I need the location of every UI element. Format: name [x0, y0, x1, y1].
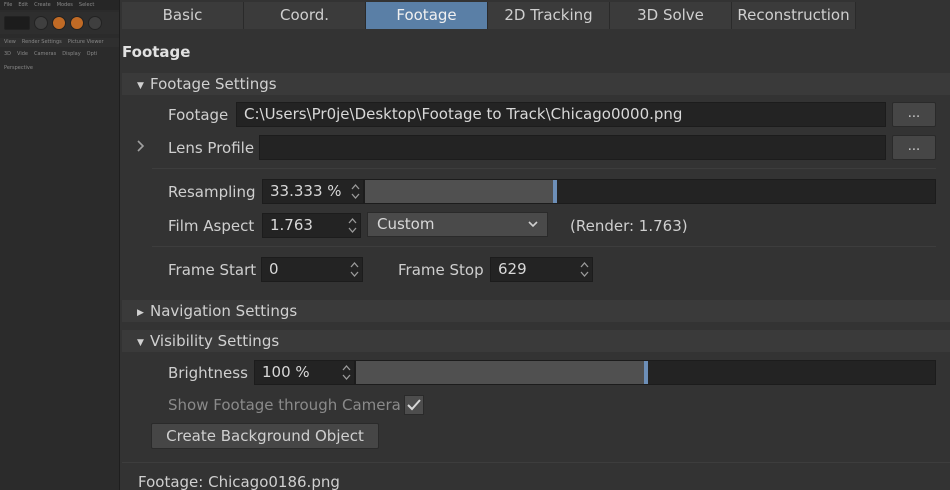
brightness-input[interactable]: 100 %	[254, 360, 355, 385]
lens-profile-browse-button[interactable]: ...	[892, 135, 936, 160]
viewport-menu-item[interactable]: Vide	[17, 51, 28, 58]
divider	[152, 168, 936, 169]
footage-browse-button[interactable]: ...	[892, 102, 936, 127]
group-title: Visibility Settings	[150, 332, 280, 350]
tab-2d-tracking[interactable]: 2D Tracking	[488, 2, 610, 29]
tab-basic[interactable]: Basic	[122, 2, 244, 29]
spinner-arrows-icon[interactable]	[342, 364, 351, 381]
frame-stop-value: 629	[498, 260, 527, 278]
tab-3d-solve[interactable]: 3D Solve	[610, 2, 732, 29]
slider-handle[interactable]	[553, 180, 557, 203]
status-footer: Footage: Chicago0186.png	[138, 473, 340, 490]
left-menu-bar: File Edit Create Modes Select	[0, 0, 119, 10]
frame-stop-label: Frame Stop	[398, 261, 484, 279]
slider-fill	[365, 180, 555, 203]
spinner-arrows-icon[interactable]	[580, 261, 589, 278]
left-menu-item[interactable]: Edit	[18, 2, 28, 8]
tool-icon[interactable]	[4, 16, 30, 30]
brightness-slider[interactable]	[355, 360, 936, 385]
group-title: Navigation Settings	[150, 302, 298, 320]
slider-handle[interactable]	[644, 361, 648, 384]
viewport-menu-item[interactable]: Opti	[87, 51, 97, 58]
footage-path-field[interactable]: C:\Users\Pr0je\Desktop\Footage to Track\…	[236, 102, 886, 127]
film-aspect-value: 1.763	[270, 216, 313, 234]
expanded-triangle-icon: ▼	[137, 338, 144, 348]
frame-start-input[interactable]: 0	[261, 257, 363, 282]
panel-title: Footage	[122, 43, 191, 61]
spinner-arrows-icon[interactable]	[351, 183, 360, 200]
film-aspect-preset-dropdown[interactable]: Custom	[367, 212, 548, 237]
resampling-label: Resampling	[168, 183, 256, 201]
tool-icon[interactable]	[70, 16, 84, 30]
expanded-triangle-icon: ▼	[137, 81, 144, 91]
tab-reconstruction[interactable]: Reconstruction	[732, 2, 856, 29]
left-menu-item[interactable]: Select	[79, 2, 94, 8]
brightness-value: 100 %	[262, 363, 310, 381]
tab-bar: Basic Coord. Footage 2D Tracking 3D Solv…	[122, 2, 856, 29]
left-submenu-item[interactable]: Picture Viewer	[68, 39, 104, 46]
tool-icon[interactable]	[52, 16, 66, 30]
resampling-slider[interactable]	[364, 179, 936, 204]
spinner-arrows-icon[interactable]	[348, 217, 357, 234]
viewport-label: Perspective	[4, 65, 33, 71]
divider	[122, 462, 950, 463]
collapsed-arrow-icon[interactable]	[136, 139, 146, 157]
visibility-settings-header[interactable]: ▼ Visibility Settings	[122, 330, 950, 352]
lens-profile-field[interactable]	[259, 135, 886, 160]
render-aspect-text: (Render: 1.763)	[570, 217, 688, 235]
footage-label: Footage	[168, 106, 229, 124]
film-aspect-input[interactable]: 1.763	[262, 213, 361, 238]
divider	[152, 246, 936, 247]
left-menu-item[interactable]: Modes	[57, 2, 73, 8]
viewport-menu: 3D Vide Cameras Display Opti	[0, 50, 119, 59]
tab-coord[interactable]: Coord.	[244, 2, 366, 29]
frame-stop-input[interactable]: 629	[490, 257, 593, 282]
film-aspect-preset-value: Custom	[377, 215, 435, 233]
lens-profile-label: Lens Profile	[168, 139, 255, 157]
tab-footage[interactable]: Footage	[366, 2, 488, 29]
left-toolbar	[0, 12, 119, 34]
brightness-label: Brightness	[168, 364, 248, 382]
create-background-object-button[interactable]: Create Background Object	[151, 423, 379, 449]
spinner-arrows-icon[interactable]	[350, 261, 359, 278]
film-aspect-label: Film Aspect	[168, 217, 255, 235]
slider-fill	[356, 361, 646, 384]
chevron-down-icon	[527, 215, 539, 240]
tool-icon[interactable]	[88, 16, 102, 30]
left-viewport-pane: File Edit Create Modes Select View Rende…	[0, 0, 120, 490]
tool-icon[interactable]	[34, 16, 48, 30]
frame-start-value: 0	[269, 260, 279, 278]
left-menu-item[interactable]: File	[4, 2, 12, 8]
resampling-input[interactable]: 33.333 %	[262, 179, 364, 204]
collapsed-triangle-icon: ▶	[137, 308, 144, 318]
navigation-settings-header[interactable]: ▶ Navigation Settings	[122, 300, 950, 322]
show-footage-label: Show Footage through Camera	[168, 396, 401, 414]
left-submenu-item[interactable]: Render Settings	[22, 39, 62, 46]
left-submenu: View Render Settings Picture Viewer	[0, 38, 119, 47]
checkmark-icon	[407, 399, 421, 411]
viewport-menu-item[interactable]: Cameras	[34, 51, 56, 58]
left-menu-item[interactable]: Create	[34, 2, 51, 8]
frame-start-label: Frame Start	[168, 261, 257, 279]
left-submenu-item[interactable]: View	[4, 39, 16, 46]
show-footage-checkbox[interactable]	[404, 395, 424, 415]
resampling-value: 33.333 %	[270, 182, 342, 200]
group-title: Footage Settings	[150, 75, 277, 93]
viewport-menu-item[interactable]: Display	[62, 51, 80, 58]
footage-settings-header[interactable]: ▼ Footage Settings	[122, 73, 950, 95]
viewport-menu-item[interactable]: 3D	[4, 51, 11, 58]
